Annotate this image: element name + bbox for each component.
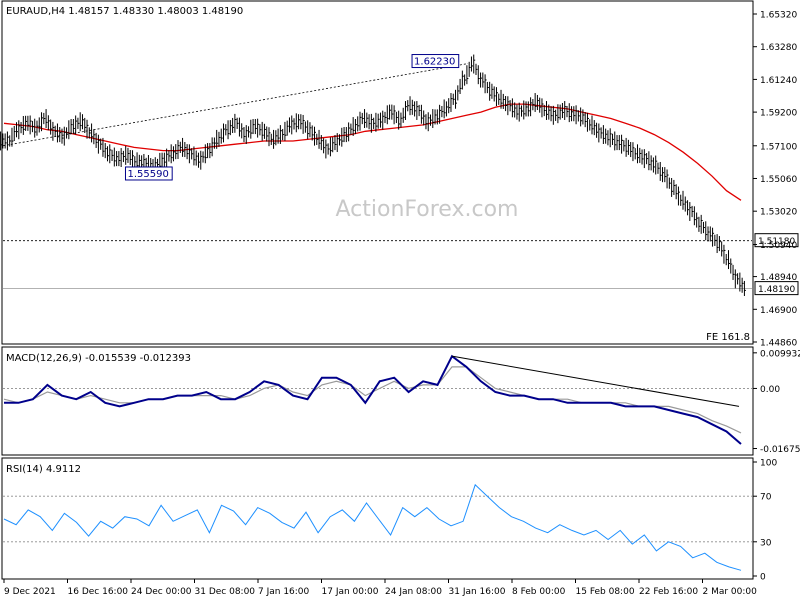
x-tick-label: 24 Dec 00:00 [131, 587, 192, 597]
rsi-tick-label: 70 [760, 493, 772, 503]
price-tick-label: 1.65320 [760, 11, 797, 21]
x-tick-label: 2 Mar 00:00 [703, 587, 758, 597]
fe-label: FE 161.8 [706, 332, 750, 343]
rsi-tick-label: 0 [760, 573, 766, 583]
rsi-lines [3, 483, 742, 571]
x-axis: 9 Dec 2021 16 Dec 16:00 24 Dec 00:00 31 Dec… [3, 579, 758, 597]
macd-line [4, 354, 742, 445]
x-tick-label: 7 Jan 16:00 [258, 587, 310, 597]
macd-tick-label: 0.009932 [760, 349, 800, 359]
x-tick-label: 15 Feb 08:00 [576, 587, 635, 597]
price-tick-label: 1.46900 [760, 306, 797, 316]
price-candles [0, 54, 746, 296]
price-tick-label: 1.55060 [760, 175, 797, 185]
x-tick-label: 8 Feb 00:00 [512, 587, 566, 597]
chart-svg: ActionForex.com EURAUD,H4 1.48157 1.4833… [0, 0, 800, 597]
x-tick-label: 24 Jan 08:00 [385, 587, 442, 597]
price-tick-label: 1.59200 [760, 109, 797, 119]
watermark: ActionForex.com [336, 197, 519, 222]
high-label: 1.62230 [414, 57, 455, 68]
last-axis-label: 1.48190 [758, 285, 795, 295]
rsi-tick-label: 30 [760, 538, 772, 548]
x-tick-label: 22 Feb 16:00 [639, 587, 698, 597]
price-tick-label: 1.50940 [760, 241, 797, 251]
x-tick-label: 31 Jan 16:00 [449, 587, 506, 597]
rsi-line [3, 483, 742, 571]
price-tick-label: 1.61240 [760, 76, 797, 86]
macd-lines [3, 354, 742, 445]
chart-window: ActionForex.com EURAUD,H4 1.48157 1.4833… [0, 0, 800, 600]
price-grid [3, 240, 752, 290]
price-tick-label: 1.57100 [760, 142, 797, 152]
rsi-header: RSI(14) 4.9112 [6, 464, 81, 475]
rsi-grid [3, 495, 752, 543]
price-tick-label: 1.48940 [760, 273, 797, 283]
price-tick-label: 1.53020 [760, 208, 797, 218]
price-panel-frame [1, 0, 754, 345]
macd-tick-label: -0.016752 [760, 445, 800, 455]
rsi-panel-frame [1, 457, 754, 580]
macd-y-ticks: 0.009932 0.00 -0.016752 [753, 349, 800, 455]
macd-signal-line [3, 366, 742, 434]
price-tick-label: 1.44860 [760, 339, 797, 349]
x-tick-label: 17 Jan 00:00 [322, 587, 379, 597]
x-tick-label: 31 Dec 08:00 [195, 587, 256, 597]
x-tick-label: 9 Dec 2021 [4, 587, 56, 597]
macd-tick-label: 0.00 [760, 385, 780, 395]
rsi-tick-label: 100 [760, 459, 777, 469]
price-tick-label: 1.63280 [760, 43, 797, 53]
low-label: 1.55590 [127, 169, 168, 180]
macd-header: MACD(12,26,9) -0.015539 -0.012393 [6, 353, 191, 364]
macd-trendline [451, 355, 740, 407]
price-header: EURAUD,H4 1.48157 1.48330 1.48003 1.4819… [6, 6, 243, 17]
price-y-ticks: 1.65320 1.63280 1.61240 1.59200 1.57100 1.550… [753, 11, 797, 349]
x-tick-label: 16 Dec 16:00 [68, 587, 129, 597]
rsi-y-ticks: 100 70 30 0 [753, 459, 777, 583]
